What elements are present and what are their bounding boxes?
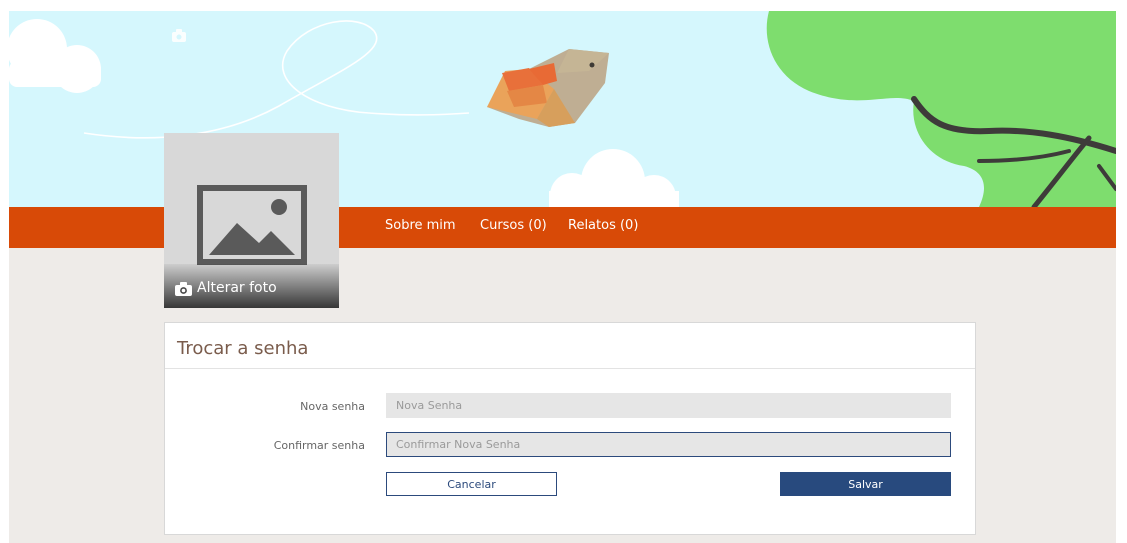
save-button[interactable]: Salvar: [780, 472, 951, 496]
image-placeholder-icon: [197, 185, 307, 265]
profile-photo: Alterar foto: [164, 133, 339, 308]
change-password-card: Trocar a senha Nova senha Confirmar senh…: [164, 322, 976, 535]
profile-page: Sobre mim Cursos (0) Relatos (0) Alterar…: [9, 11, 1116, 543]
new-password-input[interactable]: [386, 393, 951, 418]
banner-camera-icon: [172, 29, 186, 42]
card-divider: [165, 368, 975, 369]
new-password-label: Nova senha: [300, 400, 365, 413]
confirm-password-label: Confirmar senha: [273, 439, 365, 452]
nav-item-sobre-mim[interactable]: Sobre mim: [385, 218, 456, 233]
string-line: [83, 20, 470, 139]
cancel-button[interactable]: Cancelar: [386, 472, 557, 496]
tree-illustration: [766, 11, 1116, 207]
bird-illustration: [487, 49, 609, 127]
camera-icon: [175, 282, 192, 296]
change-photo-label: Alterar foto: [197, 280, 277, 296]
cloud-top-left: [9, 19, 101, 93]
nav-item-cursos[interactable]: Cursos (0): [480, 218, 547, 233]
nav-item-relatos[interactable]: Relatos (0): [568, 218, 638, 233]
change-photo-button[interactable]: Alterar foto: [164, 264, 339, 308]
card-title: Trocar a senha: [177, 338, 309, 359]
cloud-bottom: [549, 149, 679, 207]
confirm-password-input[interactable]: [386, 432, 951, 457]
